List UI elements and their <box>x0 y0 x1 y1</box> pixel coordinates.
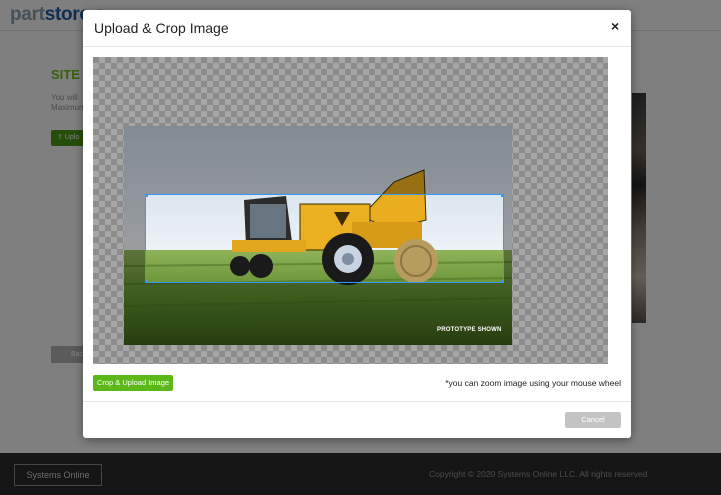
crop-resize-handle[interactable] <box>501 280 503 282</box>
zoom-hint-text: *you can zoom image using your mouse whe… <box>445 378 621 388</box>
crop-canvas[interactable]: PROTOTYPE SHOWN <box>93 57 608 364</box>
image-caption: PROTOTYPE SHOWN <box>437 327 502 333</box>
modal-footer-divider <box>83 401 631 402</box>
crop-selection-box[interactable] <box>145 194 504 283</box>
crop-resize-handle[interactable] <box>146 280 148 282</box>
upload-crop-modal: Upload & Crop Image × PROTOTYPE SHOWN Cr… <box>83 10 631 438</box>
crop-preview <box>146 195 503 282</box>
crop-upload-button[interactable]: Crop & Upload Image <box>93 375 173 391</box>
crop-resize-handle[interactable] <box>501 195 503 197</box>
modal-header: Upload & Crop Image × <box>83 10 631 47</box>
cancel-button[interactable]: Cancel <box>565 412 621 428</box>
modal-title: Upload & Crop Image <box>94 20 229 36</box>
close-icon[interactable]: × <box>611 19 619 33</box>
crop-resize-handle[interactable] <box>146 195 148 197</box>
